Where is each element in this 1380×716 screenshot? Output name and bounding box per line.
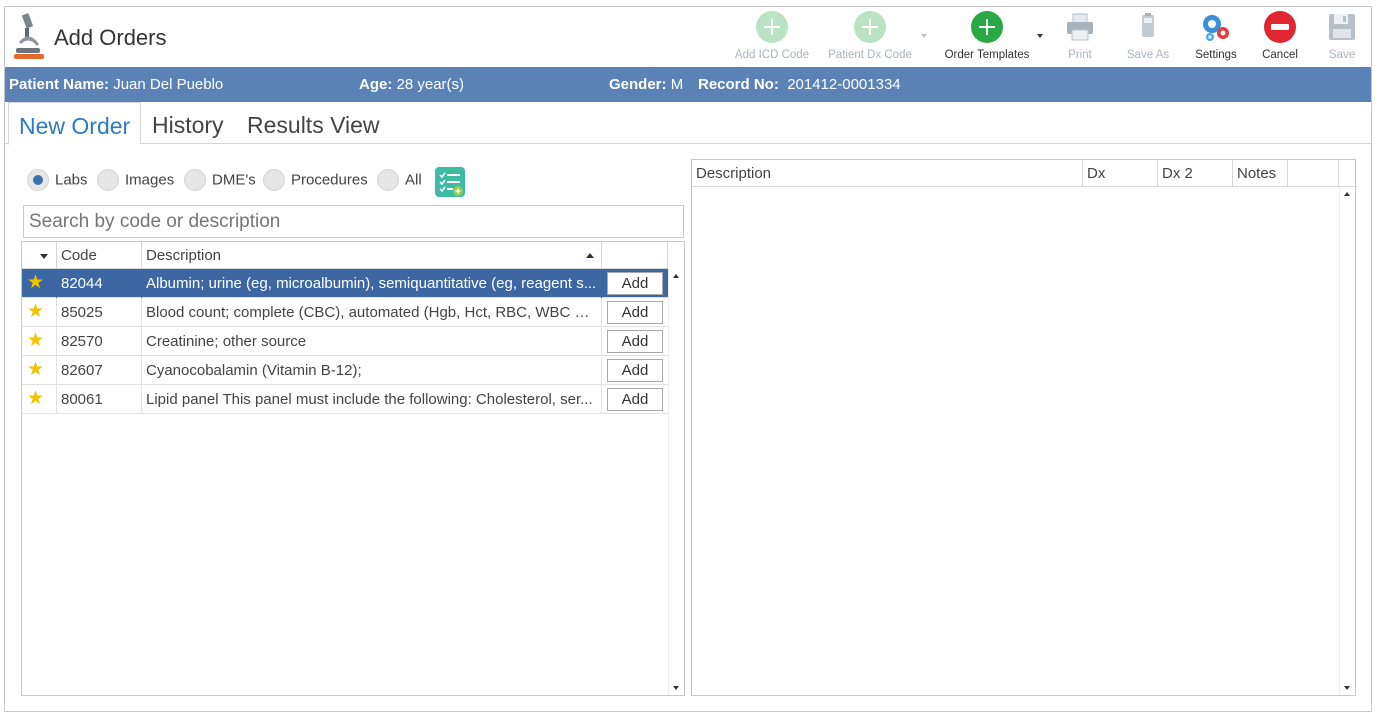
add-button[interactable]: Add: [607, 388, 663, 411]
description-cell: Cyanocobalamin (Vitamin B-12);: [142, 356, 602, 385]
chevron-down-icon: [40, 254, 48, 259]
notes-column-header[interactable]: Notes: [1233, 160, 1288, 187]
star-icon[interactable]: ★: [22, 356, 57, 385]
catalog-grid: Code Description ★ 82044 Albumin; urine …: [21, 241, 685, 696]
save-as-button[interactable]: Save As: [1122, 11, 1174, 61]
catalog-grid-header: Code Description: [22, 242, 668, 269]
code-cell: 82607: [57, 356, 142, 385]
order-templates-button[interactable]: Order Templates: [935, 11, 1039, 61]
description-column-header[interactable]: Description: [142, 242, 602, 269]
dx-column-header[interactable]: Dx: [1083, 160, 1158, 187]
sort-ascending-icon: [586, 253, 594, 258]
scroll-up-icon[interactable]: [1344, 192, 1350, 196]
radio-selected-icon: [27, 169, 49, 191]
table-row[interactable]: ★ 80061 Lipid panel This panel must incl…: [22, 385, 668, 414]
microscope-icon: [11, 12, 47, 62]
patient-dx-code-button[interactable]: Patient Dx Code: [822, 11, 918, 61]
tab-bar: New Order History Results View: [5, 102, 1371, 145]
radio-dmes[interactable]: DME's: [184, 169, 256, 191]
cancel-label: Cancel: [1262, 49, 1298, 61]
add-button[interactable]: Add: [607, 272, 663, 295]
save-as-icon: [1132, 11, 1164, 43]
order-templates-label: Order Templates: [944, 49, 1030, 61]
radio-empty-icon: [263, 169, 285, 191]
dx2-column-header[interactable]: Dx 2: [1158, 160, 1233, 187]
extra-column-header: [1288, 160, 1339, 187]
tab-new-order[interactable]: New Order: [8, 102, 142, 145]
floppy-disk-icon: [1326, 11, 1358, 43]
scroll-down-icon[interactable]: [1344, 686, 1350, 690]
selected-orders-header: Description Dx Dx 2 Notes: [692, 160, 1357, 187]
code-cell: 82570: [57, 327, 142, 356]
radio-empty-icon: [377, 169, 399, 191]
order-description-column-header[interactable]: Description: [692, 160, 1083, 187]
table-row[interactable]: ★ 82607 Cyanocobalamin (Vitamin B-12); A…: [22, 356, 668, 385]
radio-images[interactable]: Images: [97, 169, 174, 191]
patient-gender: Gender: M: [609, 76, 684, 93]
add-icd-code-label: Add ICD Code: [734, 49, 810, 61]
add-icd-code-button[interactable]: Add ICD Code: [730, 11, 814, 61]
cancel-icon: [1264, 11, 1296, 43]
code-cell: 82044: [57, 269, 142, 298]
star-icon[interactable]: ★: [22, 327, 57, 356]
radio-all[interactable]: All: [377, 169, 422, 191]
add-button[interactable]: Add: [607, 359, 663, 382]
table-row[interactable]: ★ 82044 Albumin; urine (eg, microalbumin…: [22, 269, 668, 298]
print-label: Print: [1068, 49, 1092, 61]
gears-icon: [1200, 11, 1232, 43]
add-button[interactable]: Add: [607, 301, 663, 324]
code-cell: 80061: [57, 385, 142, 414]
title-bar: Add Orders Add ICD Code Patient Dx Code …: [5, 7, 1371, 67]
add-circle-icon: [756, 11, 788, 43]
settings-button[interactable]: Settings: [1189, 11, 1243, 61]
save-label: Save: [1328, 49, 1356, 61]
scroll-down-icon[interactable]: [673, 686, 679, 690]
star-icon[interactable]: ★: [22, 269, 57, 298]
save-as-label: Save As: [1126, 49, 1170, 61]
printer-icon: [1064, 11, 1096, 43]
action-column-header: [602, 242, 668, 269]
radio-empty-icon: [184, 169, 206, 191]
orders-scrollbar[interactable]: [1339, 187, 1355, 695]
page-title: Add Orders: [54, 25, 167, 50]
cancel-button[interactable]: Cancel: [1257, 11, 1303, 61]
radio-labs[interactable]: Labs: [27, 169, 88, 191]
scroll-up-icon[interactable]: [673, 274, 679, 278]
catalog-scrollbar[interactable]: [668, 269, 684, 695]
patient-info-bar: Patient Name: Juan Del Pueblo Age: 28 ye…: [5, 67, 1371, 102]
description-cell: Albumin; urine (eg, microalbumin), semiq…: [142, 269, 602, 298]
settings-label: Settings: [1195, 49, 1237, 61]
save-button[interactable]: Save: [1323, 11, 1361, 61]
tab-history[interactable]: History: [142, 102, 234, 144]
star-icon[interactable]: ★: [22, 385, 57, 414]
tab-results-view[interactable]: Results View: [237, 102, 390, 144]
add-button[interactable]: Add: [607, 330, 663, 353]
checklist-add-icon[interactable]: [435, 167, 465, 197]
table-row[interactable]: ★ 85025 Blood count; complete (CBC), aut…: [22, 298, 668, 327]
patient-dx-code-label: Patient Dx Code: [828, 49, 912, 61]
patient-age: Age: 28 year(s): [359, 76, 465, 93]
print-button[interactable]: Print: [1057, 11, 1103, 61]
star-icon[interactable]: ★: [22, 298, 57, 327]
add-circle-icon: [971, 11, 1003, 43]
search-input[interactable]: [23, 205, 684, 238]
code-column-header[interactable]: Code: [57, 242, 142, 269]
add-circle-icon: [854, 11, 886, 43]
description-cell: Lipid panel This panel must include the …: [142, 385, 602, 414]
radio-empty-icon: [97, 169, 119, 191]
description-cell: Blood count; complete (CBC), automated (…: [142, 298, 602, 327]
order-templates-dropdown-icon[interactable]: [1037, 34, 1043, 38]
selected-orders-grid: Description Dx Dx 2 Notes: [691, 159, 1357, 696]
patient-dx-code-dropdown-icon[interactable]: [921, 34, 927, 38]
add-orders-window: Add Orders Add ICD Code Patient Dx Code …: [4, 6, 1372, 712]
table-row[interactable]: ★ 82570 Creatinine; other source Add: [22, 327, 668, 356]
patient-record-number: Record No: 201412-0001334: [698, 76, 901, 93]
description-cell: Creatinine; other source: [142, 327, 602, 356]
code-cell: 85025: [57, 298, 142, 327]
radio-procedures[interactable]: Procedures: [263, 169, 368, 191]
favorite-column-header[interactable]: [22, 242, 57, 269]
patient-name: Patient Name: Juan Del Pueblo: [9, 76, 224, 93]
